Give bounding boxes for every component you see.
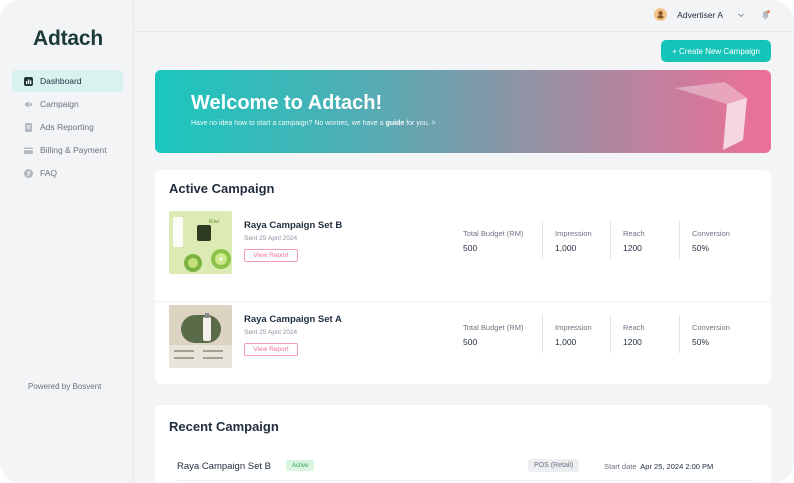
welcome-banner: Welcome to Adtach! Have no idea how to s… [155, 70, 771, 153]
dashboard-icon [24, 76, 33, 86]
stat-conversion: Conversion 50% [692, 229, 730, 253]
megaphone-icon [24, 100, 33, 109]
divider [610, 315, 611, 353]
banner-text-start: Have no idea how to start a campaign? No… [191, 120, 384, 127]
svg-text:Kiwi: Kiwi [209, 219, 219, 225]
start-date-value: Apr 25, 2024 2:00 PM [640, 462, 714, 471]
sidebar-item-ads-reporting[interactable]: Ads Reporting [12, 116, 123, 138]
sidebar-item-label: Campaign [40, 99, 79, 109]
campaign-sent-date: Sent 25 April 2024 [244, 329, 298, 336]
report-icon [24, 122, 33, 132]
stat-value: 1200 [623, 337, 642, 347]
divider [610, 221, 611, 259]
create-new-campaign-button[interactable]: + Create New Campaign [661, 40, 771, 62]
active-campaign-card: Active Campaign Kiwi Raya Campaign Set B… [155, 170, 771, 384]
view-report-button[interactable]: View Report [244, 343, 298, 356]
sidebar-nav: Dashboard Campaign Ads Reporting Billing… [12, 70, 123, 185]
sidebar-item-label: Ads Reporting [40, 122, 94, 132]
sidebar-item-billing[interactable]: Billing & Payment [12, 139, 123, 161]
stat-label: Impression [555, 229, 592, 238]
sidebar-item-dashboard[interactable]: Dashboard [12, 70, 123, 92]
bell-icon[interactable] [761, 9, 770, 20]
stat-value: 50% [692, 337, 710, 347]
view-report-button[interactable]: View Report [244, 249, 298, 262]
start-date: Start date Apr 25, 2024 2:00 PM [604, 462, 713, 471]
top-bar: Advertiser A [134, 0, 794, 32]
sidebar-item-faq[interactable]: ? FAQ [12, 162, 123, 184]
active-campaign-title: Active Campaign [169, 181, 275, 196]
stat-reach: Reach 1200 [623, 323, 645, 347]
stat-impression: Impression 1,000 [555, 229, 592, 253]
campaign-name: Raya Campaign Set A [244, 314, 342, 325]
recent-campaign-title: Recent Campaign [169, 419, 279, 434]
powered-by-text: Powered by Bosvent [28, 382, 102, 391]
svg-text:?: ? [27, 169, 31, 177]
stat-value: 1,000 [555, 243, 577, 253]
user-name: Advertiser A [677, 9, 723, 20]
stat-value: 500 [463, 243, 478, 253]
sidebar-item-campaign[interactable]: Campaign [12, 93, 123, 115]
banner-text: Have no idea how to start a campaign? No… [191, 120, 436, 127]
stat-value: 50% [692, 243, 710, 253]
stat-value: 500 [463, 337, 478, 347]
start-date-label: Start date [604, 462, 637, 471]
stat-label: Reach [623, 229, 645, 238]
banner-text-end: for you. > [406, 120, 436, 127]
campaign-row: Kiwi Raya Campaign Set B Sent 25 April 2… [155, 208, 771, 302]
campaign-name: Raya Campaign Set B [177, 461, 271, 472]
sidebar-item-label: FAQ [40, 168, 58, 178]
stat-total-budget: Total Budget (RM) 500 [463, 323, 523, 347]
campaign-name: Raya Campaign Set B [244, 220, 343, 231]
stat-value: 1,000 [555, 337, 577, 347]
channel-badge: POS (Retail) [528, 459, 580, 472]
banner-title: Welcome to Adtach! [191, 92, 383, 114]
stat-reach: Reach 1200 [623, 229, 645, 253]
stat-total-budget: Total Budget (RM) 500 [463, 229, 523, 253]
sidebar: Adtach Dashboard Campaign Ads Reporting … [0, 0, 134, 483]
divider [542, 315, 543, 353]
stat-label: Conversion [692, 323, 730, 332]
campaign-thumbnail [169, 305, 232, 368]
stat-value: 1200 [623, 243, 642, 253]
logo: Adtach [33, 27, 103, 50]
question-icon: ? [24, 168, 33, 178]
chevron-down-icon[interactable] [737, 11, 745, 19]
stat-impression: Impression 1,000 [555, 323, 592, 347]
stat-conversion: Conversion 50% [692, 323, 730, 347]
campaign-sent-date: Sent 25 April 2024 [244, 235, 298, 242]
table-row[interactable]: Raya Campaign Set B Active POS (Retail) … [177, 459, 753, 481]
stat-label: Total Budget (RM) [463, 229, 524, 238]
avatar [654, 8, 668, 21]
stat-label: Conversion [692, 229, 730, 238]
ribbon-graphic [675, 82, 747, 150]
recent-campaign-card: Recent Campaign Raya Campaign Set B Acti… [155, 405, 771, 483]
stat-label: Total Budget (RM) [463, 323, 524, 332]
stat-label: Impression [555, 323, 592, 332]
campaign-row: Raya Campaign Set A Sent 25 April 2024 V… [155, 302, 771, 396]
guide-link[interactable]: guide [386, 120, 405, 127]
divider [679, 221, 680, 259]
campaign-thumbnail: Kiwi [169, 211, 232, 274]
stat-label: Reach [623, 323, 645, 332]
user-menu[interactable]: Advertiser A [654, 8, 770, 21]
divider [542, 221, 543, 259]
status-badge: Active [286, 460, 315, 471]
sidebar-item-label: Billing & Payment [40, 145, 107, 155]
sidebar-item-label: Dashboard [40, 76, 82, 86]
card-icon [24, 146, 33, 155]
divider [679, 315, 680, 353]
app-frame: Adtach Dashboard Campaign Ads Reporting … [0, 0, 794, 483]
